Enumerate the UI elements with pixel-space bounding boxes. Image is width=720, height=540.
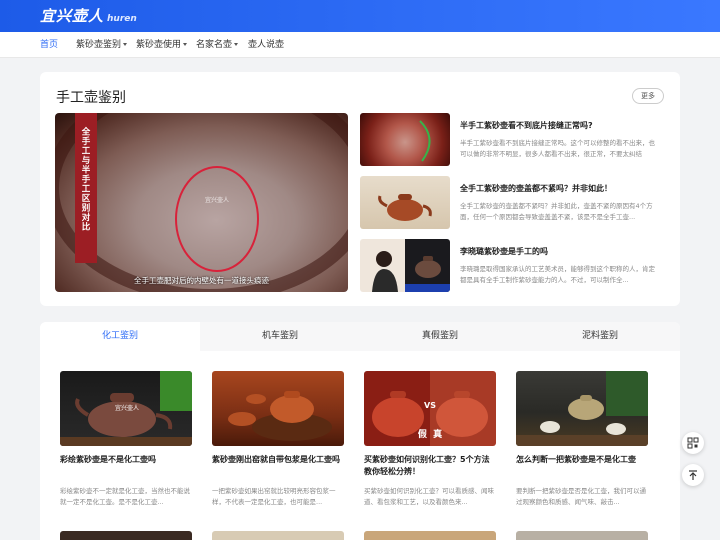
hero-caption: 全手工壶肥对后的内壁处有一道接头痕迹 [134, 276, 269, 285]
list-item[interactable]: 全手工紫砂壶的壶盖都不紧吗？并非如此！ 全手工紫砂壶的壶盖都不紧吗？并非如此，壶… [360, 176, 665, 230]
chevron-down-icon [183, 43, 188, 46]
category-tabs: 化工鉴别 机车鉴别 真假鉴别 泥料鉴别 [40, 322, 680, 351]
thumbnail-overlay-text: 假 真 [417, 430, 443, 440]
nav-item-masters[interactable]: 名家名壶 [196, 32, 239, 58]
thumbnail-watermark: 宜兴壶人 [114, 405, 139, 412]
article-title[interactable]: 李晓璐紫砂壶是手工的吗 [460, 246, 548, 257]
tab-machine[interactable]: 机车鉴别 [200, 322, 360, 351]
qr-code-icon [687, 437, 699, 449]
article-title[interactable]: 全手工紫砂壶的壶盖都不紧吗？并非如此！ [460, 183, 612, 194]
article-desc: 彩绘紫砂壶不一定就是化工壶，当然也不能说就一定不是化工壶。是不是化工壶... [60, 487, 190, 506]
hero-ribbon-text: 全手工与半手工区别对比 [80, 127, 90, 232]
tab-authenticity[interactable]: 真假鉴别 [360, 322, 520, 351]
thumbnail-art [419, 120, 431, 162]
site-logo-en: huren [107, 14, 137, 24]
section-title: 手工壶鉴别 [56, 90, 126, 106]
list-item[interactable]: 怎么判断一把紫砂壶是不是化工壶 要判断一把紫砂壶是否是化工壶，我们可以通过观察颜… [516, 371, 648, 508]
nav-item-label: 首页 [40, 40, 59, 50]
thumbnail-art [378, 194, 432, 221]
article-thumbnail[interactable] [516, 531, 648, 540]
thumbnail-art [372, 251, 450, 292]
article-title[interactable]: 半手工紫砂壶看不到底片接缝正常吗? [460, 120, 593, 131]
nav-item-label: 壶人说壶 [248, 40, 285, 50]
chemical-identify-section: 化工鉴别 机车鉴别 真假鉴别 泥料鉴别 宜兴壶人 彩绘紫砂壶是不是化工壶吗 彩绘… [40, 322, 680, 540]
nav-item-label: 名家名壶 [196, 40, 233, 50]
vs-badge: VS [424, 401, 436, 410]
qr-code-button[interactable] [682, 432, 704, 454]
article-thumbnail[interactable] [364, 531, 496, 540]
tab-clay[interactable]: 泥料鉴别 [520, 322, 680, 351]
article-thumbnail[interactable] [212, 531, 344, 540]
article-desc: 要判断一把紫砂壶是否是化工壶，我们可以通过观察颜色和质感、闻气味、敲击... [516, 487, 646, 506]
tab-chemical[interactable]: 化工鉴别 [40, 322, 200, 351]
article-desc: 李晓璐是取得国家承认的工艺美术员，能够得到这个职称的人，肯定都是具有全手工制作紫… [460, 265, 655, 284]
hero-image[interactable]: 全手工与半手工区别对比 宜兴壶人 全手工壶肥对后的内壁处有一道接头痕迹 [55, 113, 348, 292]
list-item[interactable]: VS 假 真 买紫砂壶如何识别化工壶？5个方法教你轻松分辨！ 买紫砂壶如何识别化… [364, 371, 496, 508]
top-header-bar: 宜兴壶人 huren [0, 0, 720, 32]
thumbnail-art [516, 371, 648, 446]
list-item[interactable]: 半手工紫砂壶看不到底片接缝正常吗? 半手工紫砂壶看不到底片接缝正常吗。这个可以修… [360, 113, 665, 167]
hero-highlight-circle [175, 166, 259, 272]
article-thumbnail[interactable] [212, 371, 344, 446]
handmade-identify-section: 手工壶鉴别 更多 全手工与半手工区别对比 宜兴壶人 全手工壶肥对后的内壁处有一道… [40, 72, 680, 306]
article-desc: 一把紫砂壶如果出窑就比较明亮形容包浆一样，不代表一定是化工壶，也可能是... [212, 487, 336, 506]
article-thumbnail[interactable] [360, 176, 450, 229]
chevron-down-icon [234, 43, 239, 46]
more-button[interactable]: 更多 [632, 88, 664, 104]
list-item[interactable]: 紫砂壶刚出窑就自带包浆是化工壶吗 一把紫砂壶如果出窑就比较明亮形容包浆一样，不代… [212, 371, 344, 508]
article-title[interactable]: 彩绘紫砂壶是不是化工壶吗 [60, 454, 192, 478]
article-desc: 半手工紫砂壶看不到底片接缝正常吗。这个可以修整的看不出来，也可以做的非常不明显，… [460, 139, 655, 158]
nav-item-identify[interactable]: 紫砂壶鉴别 [76, 32, 128, 58]
article-desc: 买紫砂壶如何识别化工壶？可以看质感、闻味道、看包浆和工艺，以及看颜色来... [364, 487, 494, 506]
nav-item-usage[interactable]: 紫砂壶使用 [136, 32, 188, 58]
article-desc: 全手工紫砂壶的壶盖都不紧吗？并非如此，壶盖不紧的原因有4个方面，任何一个原因都会… [460, 202, 653, 221]
article-thumbnail[interactable] [360, 113, 450, 166]
site-logo-text: 宜兴壶人 [40, 7, 105, 25]
chevron-down-icon [123, 43, 128, 46]
article-thumbnail[interactable]: 宜兴壶人 [60, 371, 192, 446]
article-thumbnail[interactable] [516, 371, 648, 446]
article-thumbnail[interactable] [360, 239, 450, 292]
back-to-top-icon [689, 470, 697, 480]
article-title[interactable]: 紫砂壶刚出窑就自带包浆是化工壶吗 [212, 454, 344, 478]
thumbnail-art [228, 391, 332, 441]
list-item[interactable]: 宜兴壶人 彩绘紫砂壶是不是化工壶吗 彩绘紫砂壶不一定就是化工壶，当然也不能说就一… [60, 371, 192, 508]
nav-item-label: 紫砂壶鉴别 [76, 40, 122, 50]
nav-item-talk[interactable]: 壶人说壶 [248, 32, 284, 58]
article-thumbnail[interactable]: VS 假 真 [364, 371, 496, 446]
article-title[interactable]: 怎么判断一把紫砂壶是不是化工壶 [516, 454, 648, 478]
nav-item-home[interactable]: 首页 [40, 32, 58, 58]
site-logo[interactable]: 宜兴壶人 huren [40, 5, 137, 27]
hero-watermark: 宜兴壶人 [204, 197, 229, 204]
article-thumbnail[interactable] [60, 531, 192, 540]
back-to-top-button[interactable] [682, 464, 704, 486]
nav-item-label: 紫砂壶使用 [136, 40, 182, 50]
article-title[interactable]: 买紫砂壶如何识别化工壶？5个方法教你轻松分辨！ [364, 454, 496, 478]
hero-ribbon: 全手工与半手工区别对比 [75, 113, 97, 263]
list-item[interactable]: 李晓璐紫砂壶是手工的吗 李晓璐是取得国家承认的工艺美术员，能够得到这个职称的人，… [360, 239, 665, 293]
main-nav: 首页 紫砂壶鉴别 紫砂壶使用 名家名壶 壶人说壶 [0, 32, 720, 58]
